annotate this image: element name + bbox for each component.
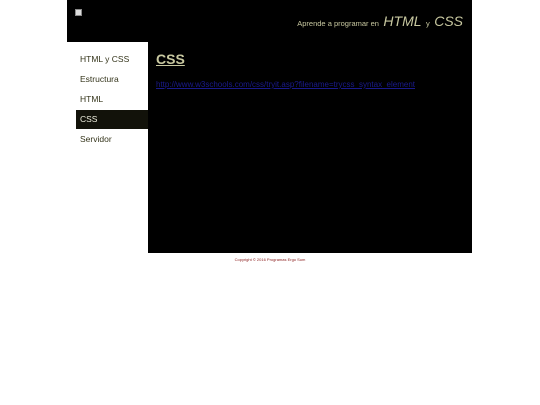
broken-image-icon — [75, 9, 82, 16]
page-container: Aprende a programar en HTML y CSS HTML y… — [67, 0, 472, 253]
footer-copyright: Copyright © 2016 Programas Ergo Sum — [234, 257, 306, 262]
sidebar-item-html-y-css[interactable]: HTML y CSS — [76, 50, 148, 69]
page-title: CSS — [156, 51, 185, 67]
tagline-html: HTML — [383, 13, 422, 29]
site-header: Aprende a programar en HTML y CSS — [67, 0, 472, 42]
sidebar-item-estructura[interactable]: Estructura — [76, 70, 148, 89]
sidebar-nav: HTML y CSS Estructura HTML CSS Servidor — [67, 42, 148, 253]
tagline-and: y — [426, 19, 430, 28]
sidebar-item-css[interactable]: CSS — [76, 110, 148, 129]
main-content: CSS http://www.w3schools.com/css/tryit.a… — [148, 42, 472, 253]
sidebar-item-servidor[interactable]: Servidor — [76, 130, 148, 149]
site-tagline: Aprende a programar en HTML y CSS — [297, 13, 463, 31]
sidebar-item-html[interactable]: HTML — [76, 90, 148, 109]
tagline-css: CSS — [434, 13, 463, 29]
w3schools-link[interactable]: http://www.w3schools.com/css/tryit.asp?f… — [156, 80, 415, 89]
tagline-prefix: Aprende a programar en — [297, 19, 379, 28]
